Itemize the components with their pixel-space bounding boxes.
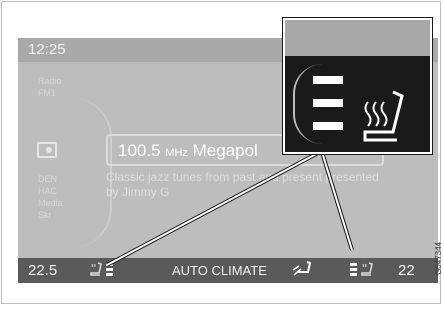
zoom-inset: [283, 18, 432, 154]
figure-code: G047344: [434, 242, 443, 275]
zoom-heat-levels: [313, 76, 343, 145]
figure-frame: 12:25 Radio FM1 DEN HAC Media Skr 100.5 …: [1, 1, 443, 304]
zoom-screen-top: [285, 20, 430, 56]
zoom-seat-heat-icon: [363, 90, 404, 142]
